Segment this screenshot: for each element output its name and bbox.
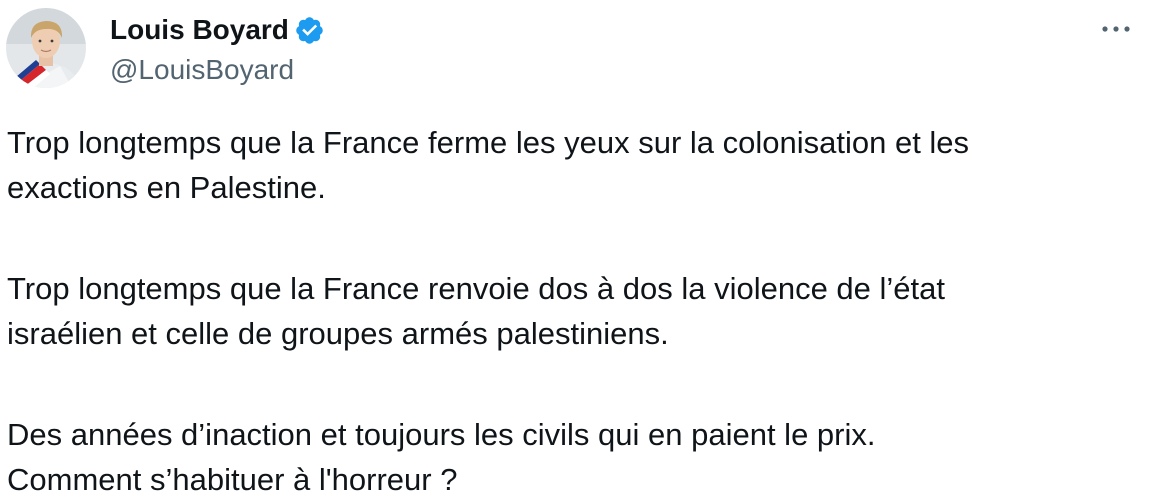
author-handle[interactable]: @LouisBoyard xyxy=(110,51,294,89)
tweet-text: Trop longtemps que la France ferme les y… xyxy=(7,120,1137,502)
tweet-card: Louis Boyard @LouisBoyard Trop longtemps… xyxy=(0,0,1150,499)
tweet-text-line: Des années d’inaction et toujours les ci… xyxy=(7,417,876,452)
tweet-text-line: Comment s’habituer à l'horreur ? xyxy=(7,462,458,497)
author-name-row: Louis Boyard xyxy=(110,10,325,50)
more-horizontal-icon xyxy=(1102,26,1130,32)
tweet-text-line: Trop longtemps que la France ferme les y… xyxy=(7,125,970,160)
avatar[interactable] xyxy=(6,8,86,88)
display-name[interactable]: Louis Boyard xyxy=(110,10,289,50)
more-options-button[interactable] xyxy=(1098,14,1134,44)
verified-badge-icon[interactable] xyxy=(294,15,325,46)
tweet-text-line: Trop longtemps que la France renvoie dos… xyxy=(7,271,946,306)
profile-photo-icon xyxy=(6,8,86,88)
tweet-text-line: exactions en Palestine. xyxy=(7,170,326,205)
tweet-text-line: israélien et celle de groupes armés pale… xyxy=(7,316,669,351)
